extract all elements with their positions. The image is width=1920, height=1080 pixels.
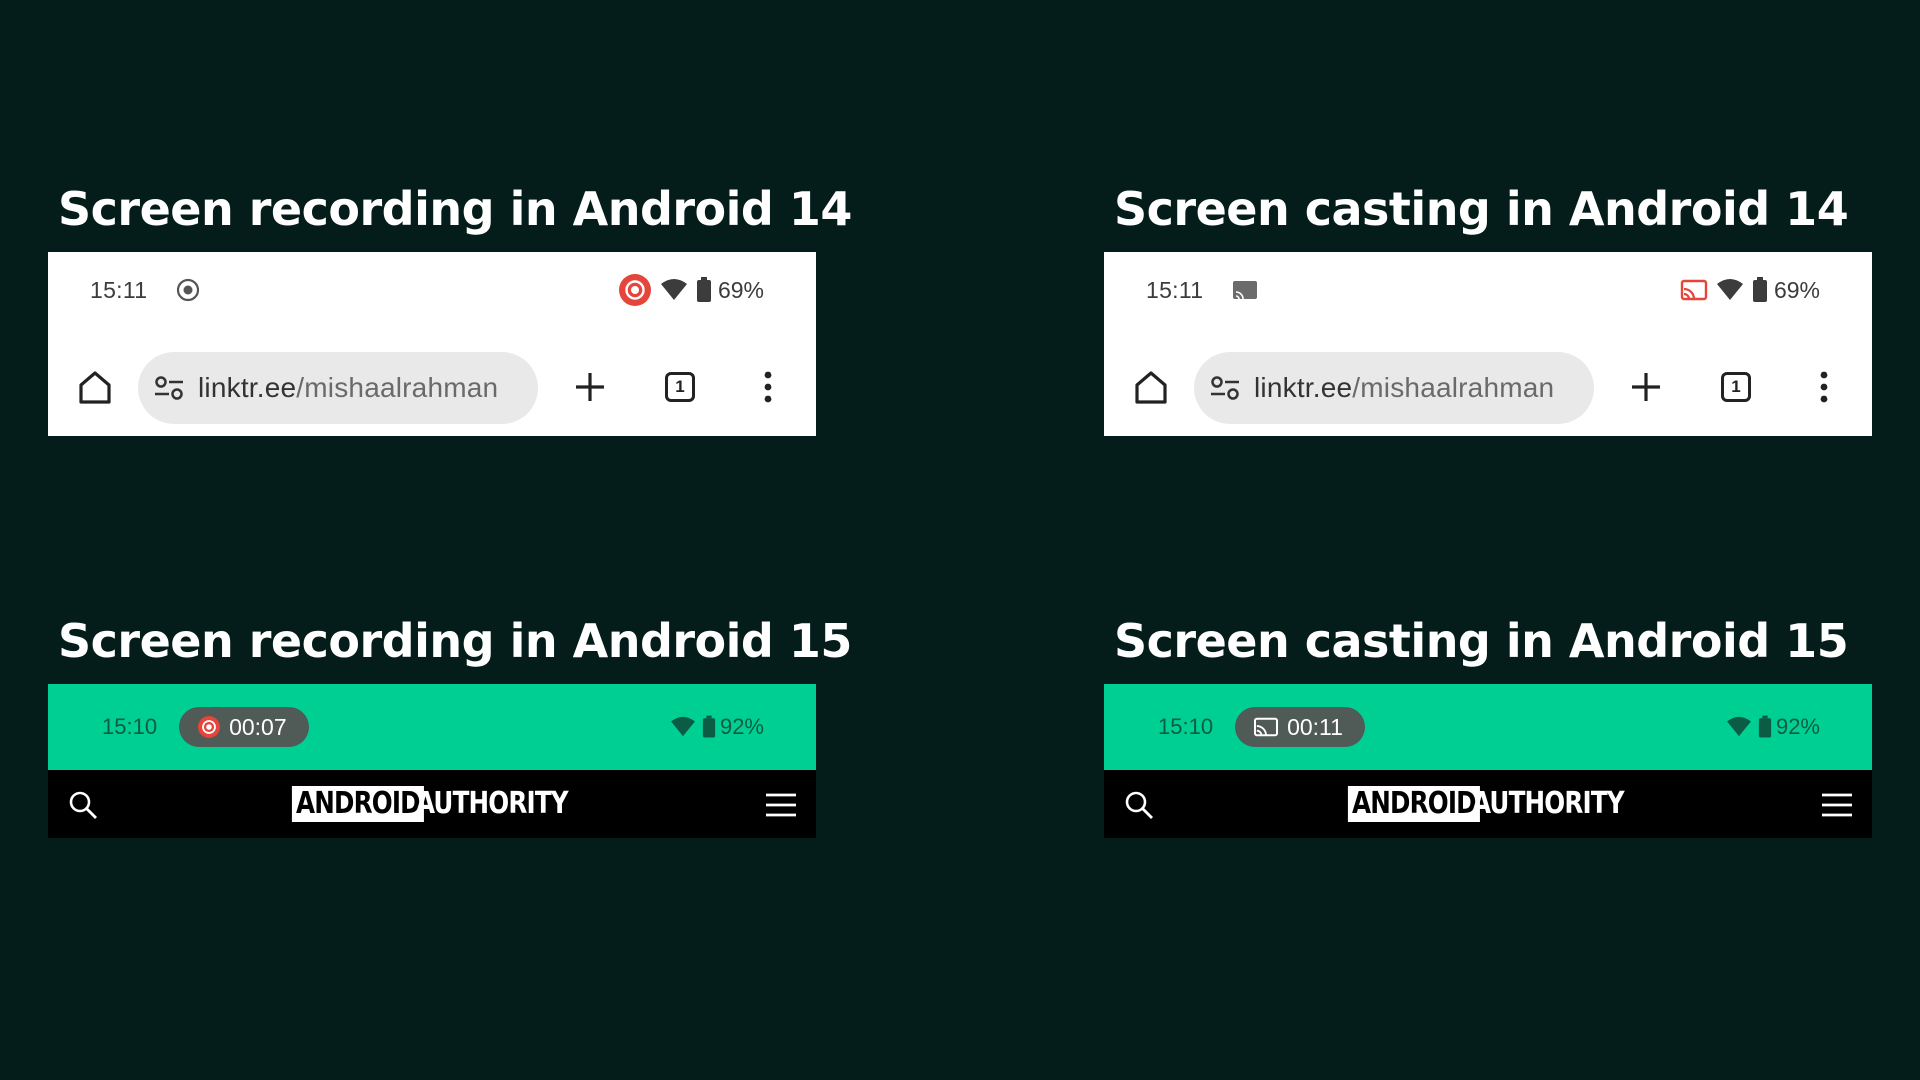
recording-chip[interactable]: 00:07 [179, 707, 309, 747]
menu-icon [1822, 793, 1852, 817]
new-tab-button[interactable] [570, 367, 610, 407]
home-icon [1135, 371, 1167, 404]
casting-chip[interactable]: 00:11 [1235, 707, 1365, 747]
battery-icon [1758, 715, 1772, 739]
more-vert-icon [764, 371, 772, 403]
record-icon [197, 715, 221, 739]
home-button[interactable] [74, 366, 116, 408]
plus-icon [1632, 373, 1660, 401]
wifi-icon [1726, 716, 1752, 738]
status-bar: 15:10 00:11 92% [1104, 684, 1872, 770]
panel-title: Screen casting in Android 15 [1114, 614, 1849, 668]
logo-left: ANDROID [1347, 786, 1480, 822]
browser-card: 15:11 69% linktr.ee/mishaalrahman 1 [48, 252, 816, 436]
cast-icon [1253, 716, 1279, 738]
wifi-icon [1716, 278, 1744, 302]
home-icon [79, 371, 111, 404]
recording-badge-icon [618, 273, 652, 307]
chip-timer: 00:11 [1287, 713, 1343, 740]
url-text: linktr.ee/mishaalrahman [1254, 372, 1554, 404]
address-bar[interactable]: linktr.ee/mishaalrahman [138, 352, 538, 424]
battery-icon [696, 277, 712, 303]
browser-toolbar: linktr.ee/mishaalrahman 1 [48, 352, 816, 424]
panel-casting-android14: Screen casting in Android 14 15:11 69% l… [1104, 182, 1872, 436]
phone-card: 15:10 00:11 92% ANDROID AUTHORITY [1104, 684, 1872, 838]
panel-casting-android15: Screen casting in Android 15 15:10 00:11… [1104, 614, 1872, 838]
address-bar[interactable]: linktr.ee/mishaalrahman [1194, 352, 1594, 424]
site-logo[interactable]: ANDROID AUTHORITY [263, 786, 601, 822]
cast-indicator-icon [1231, 278, 1259, 302]
cast-icon [1680, 278, 1708, 302]
tab-switcher-button[interactable]: 1 [660, 367, 700, 407]
panel-title: Screen recording in Android 15 [58, 614, 852, 668]
search-icon [69, 791, 97, 819]
wifi-icon [670, 716, 696, 738]
logo-left: ANDROID [291, 786, 424, 822]
status-time: 15:10 [1158, 714, 1214, 739]
battery-percentage: 92% [1775, 714, 1820, 739]
panel-recording-android14: Screen recording in Android 14 15:11 69% [48, 182, 852, 436]
url-domain: linktr.ee [198, 372, 297, 403]
panel-title: Screen casting in Android 14 [1114, 182, 1849, 236]
status-time: 15:11 [90, 276, 148, 303]
status-bar: 15:11 69% [48, 252, 816, 328]
status-bar: 15:11 69% [1104, 252, 1872, 328]
site-header: ANDROID AUTHORITY [48, 770, 816, 838]
menu-button[interactable] [1820, 788, 1854, 822]
more-options-button[interactable] [1804, 367, 1844, 407]
browser-card: 15:11 69% linktr.ee/mishaalrahman 1 [1104, 252, 1872, 436]
logo-right: AUTHORITY [415, 786, 569, 821]
new-tab-button[interactable] [1626, 367, 1666, 407]
menu-icon [766, 793, 796, 817]
search-button[interactable] [66, 788, 100, 822]
url-text: linktr.ee/mishaalrahman [198, 372, 498, 404]
site-header: ANDROID AUTHORITY [1104, 770, 1872, 838]
battery-percentage: 69% [1773, 276, 1820, 303]
more-options-button[interactable] [748, 367, 788, 407]
battery-percentage: 92% [719, 714, 764, 739]
battery-percentage: 69% [717, 276, 764, 303]
tab-count: 1 [1721, 372, 1751, 402]
url-domain: linktr.ee [1254, 372, 1353, 403]
battery-icon [1752, 277, 1768, 303]
status-time: 15:11 [1146, 276, 1204, 303]
panel-title: Screen recording in Android 14 [58, 182, 852, 236]
tune-icon[interactable] [152, 371, 186, 405]
phone-card: 15:10 00:07 92% ANDROID AUTHORITY [48, 684, 816, 838]
status-time: 15:10 [102, 714, 158, 739]
search-icon [1125, 791, 1153, 819]
search-button[interactable] [1122, 788, 1156, 822]
tab-switcher-button[interactable]: 1 [1716, 367, 1756, 407]
logo-right: AUTHORITY [1471, 786, 1625, 821]
plus-icon [576, 373, 604, 401]
more-vert-icon [1820, 371, 1828, 403]
home-button[interactable] [1130, 366, 1172, 408]
menu-button[interactable] [764, 788, 798, 822]
browser-toolbar: linktr.ee/mishaalrahman 1 [1104, 352, 1872, 424]
tab-count: 1 [665, 372, 695, 402]
url-path: /mishaalrahman [296, 372, 499, 403]
wifi-icon [660, 278, 688, 302]
panel-recording-android15: Screen recording in Android 15 15:10 00:… [48, 614, 852, 838]
status-bar: 15:10 00:07 92% [48, 684, 816, 770]
screen-record-indicator-icon [175, 277, 201, 303]
battery-icon [702, 715, 716, 739]
chip-timer: 00:07 [229, 713, 287, 740]
site-logo[interactable]: ANDROID AUTHORITY [1319, 786, 1657, 822]
tune-icon[interactable] [1208, 371, 1242, 405]
url-path: /mishaalrahman [1352, 372, 1555, 403]
